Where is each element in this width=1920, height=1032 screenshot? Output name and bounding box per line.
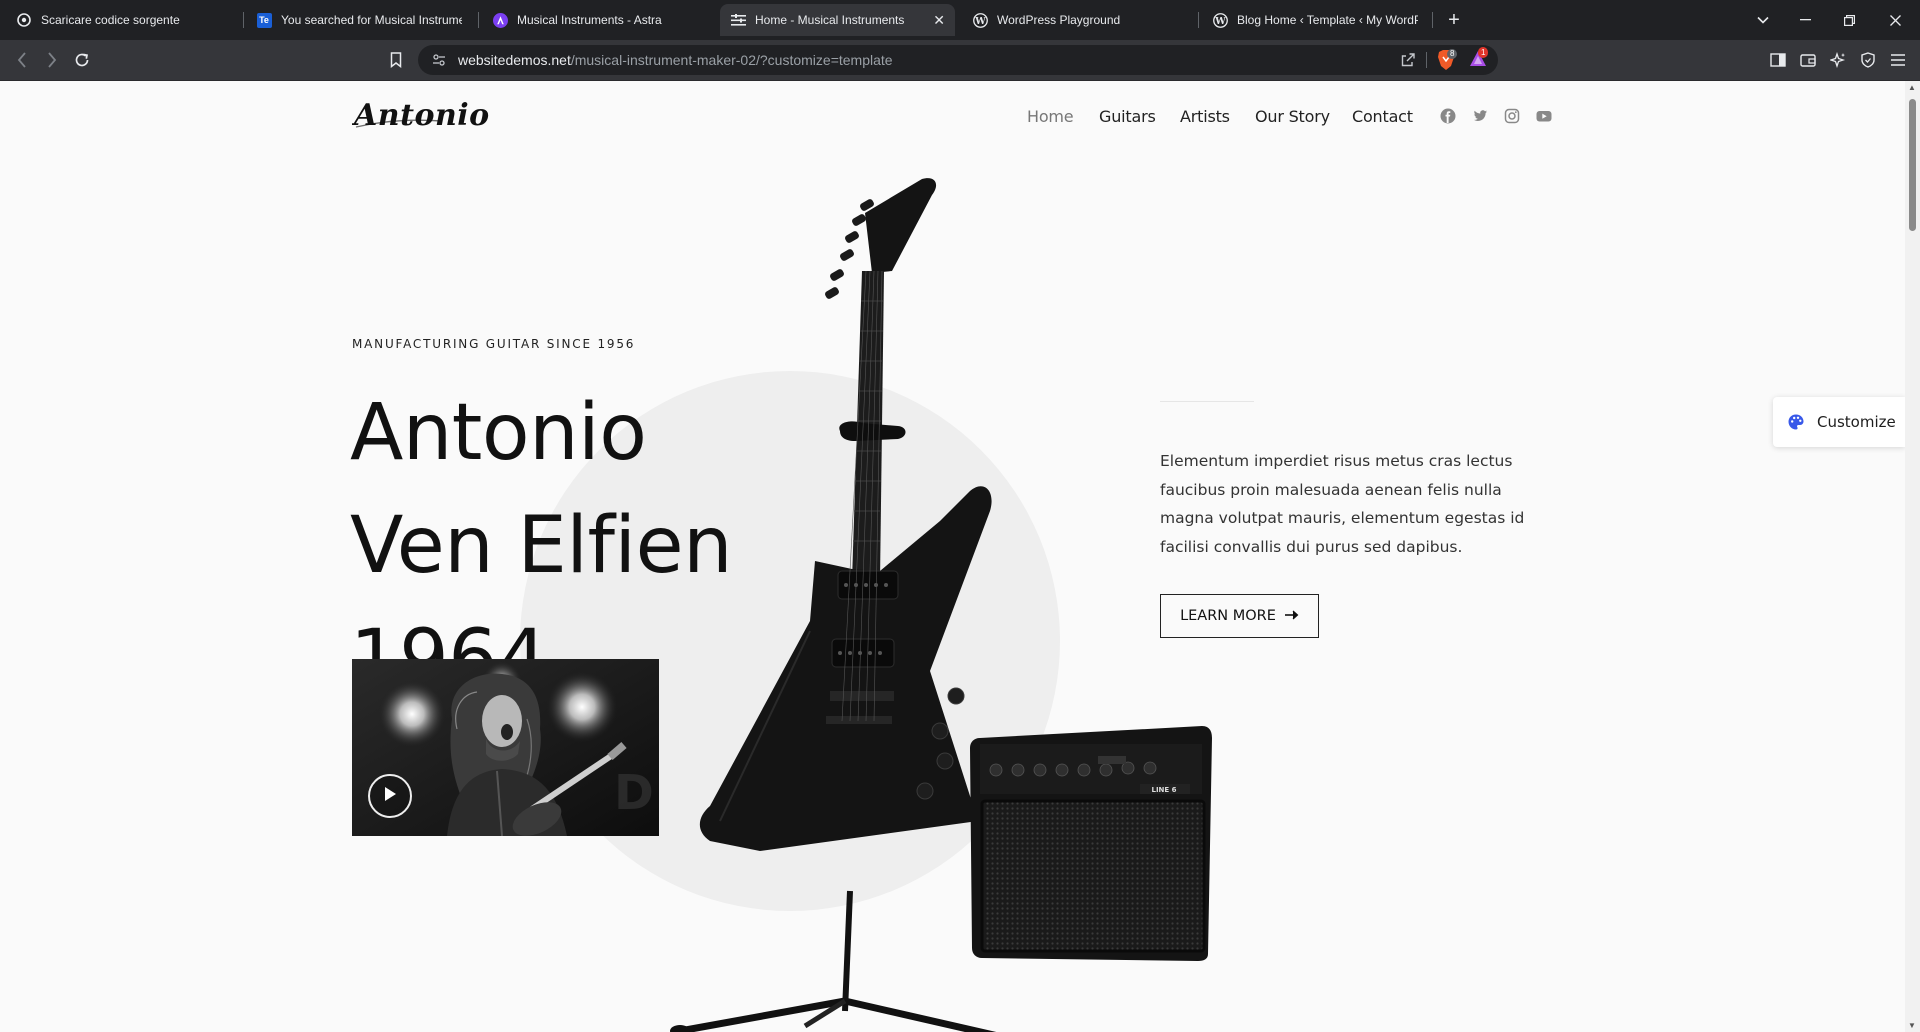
- back-icon[interactable]: [10, 48, 34, 72]
- web-page: Antonio Home Guitars Artists Our Story C…: [0, 81, 1905, 1032]
- url-text: websitedemos.net/musical-instrument-make…: [458, 45, 893, 75]
- url-divider: [1426, 52, 1427, 68]
- brave-shield-icon[interactable]: 8: [1436, 49, 1458, 76]
- tab-title: Musical Instruments - Astra: [517, 13, 662, 27]
- tab-separator: [243, 12, 244, 28]
- play-icon: [383, 786, 397, 807]
- restore-icon[interactable]: [1826, 0, 1872, 40]
- wallet-icon[interactable]: [1796, 48, 1820, 72]
- tab-wordpress-playground[interactable]: W WordPress Playground: [962, 4, 1194, 36]
- tab-home-musical-instruments[interactable]: Home - Musical Instruments ✕: [720, 4, 955, 36]
- tab-title: WordPress Playground: [997, 13, 1121, 27]
- tab-favicon-astra: [492, 12, 508, 28]
- tab-you-searched[interactable]: Te You searched for Musical Instrumen: [246, 4, 472, 36]
- sidebar-toggle-icon[interactable]: [1766, 48, 1790, 72]
- customize-button[interactable]: Customize: [1773, 397, 1905, 447]
- instagram-icon[interactable]: [1504, 108, 1520, 124]
- leo-ai-icon[interactable]: [1826, 48, 1850, 72]
- nav-our-story[interactable]: Our Story: [1255, 107, 1330, 126]
- decorative-line: [1160, 401, 1254, 402]
- minimize-icon[interactable]: [1782, 0, 1828, 40]
- hero-description: Elementum imperdiet risus metus cras lec…: [1160, 452, 1525, 556]
- svg-text:Antonio: Antonio: [352, 98, 490, 133]
- svg-text:LINE 6: LINE 6: [1151, 786, 1176, 794]
- scrollbar-thumb[interactable]: [1909, 99, 1916, 231]
- video-thumbnail[interactable]: D: [352, 659, 659, 836]
- reload-icon[interactable]: [70, 48, 94, 72]
- learn-more-button[interactable]: LEARN MORE: [1160, 594, 1319, 638]
- menu-icon[interactable]: [1886, 48, 1910, 72]
- tab-favicon-te: Te: [256, 12, 272, 28]
- new-tab-icon[interactable]: +: [1431, 0, 1477, 40]
- tab-scaricare[interactable]: Scaricare codice sorgente: [6, 4, 238, 36]
- browser-tab-bar: Scaricare codice sorgente Te You searche…: [0, 0, 1920, 40]
- tab-separator: [478, 12, 479, 28]
- tab-favicon-wordpress: W: [972, 12, 988, 28]
- palette-icon: [1787, 413, 1805, 431]
- brave-rewards-icon[interactable]: 1: [1468, 47, 1489, 74]
- tab-blog-home[interactable]: W Blog Home ‹ Template ‹ My WordPr: [1202, 4, 1428, 36]
- vpn-shield-icon[interactable]: [1856, 48, 1880, 72]
- address-bar[interactable]: websitedemos.net/musical-instrument-make…: [418, 45, 1498, 75]
- nav-artists[interactable]: Artists: [1180, 107, 1230, 126]
- svg-text:W: W: [974, 15, 986, 26]
- tab-separator: [1198, 12, 1199, 28]
- arrow-right-icon: [1284, 608, 1299, 624]
- tab-favicon-wordpress: W: [1212, 12, 1228, 28]
- browser-toolbar: websitedemos.net/musical-instrument-make…: [0, 40, 1920, 81]
- nav-contact[interactable]: Contact: [1352, 107, 1413, 126]
- forward-icon[interactable]: [40, 48, 64, 72]
- nav-guitars[interactable]: Guitars: [1099, 107, 1156, 126]
- url-host: websitedemos.net: [458, 52, 571, 68]
- tab-favicon-circle: [16, 12, 32, 28]
- customize-label: Customize: [1817, 413, 1896, 431]
- learn-more-label: LEARN MORE: [1180, 608, 1276, 624]
- tab-close-icon[interactable]: ✕: [923, 12, 945, 29]
- share-icon[interactable]: [1400, 52, 1416, 73]
- tab-title: Scaricare codice sorgente: [41, 13, 180, 27]
- url-path: /musical-instrument-maker-02/?customize=…: [570, 52, 893, 68]
- tab-favicon-site: [730, 12, 746, 28]
- twitter-icon[interactable]: [1472, 108, 1488, 124]
- site-settings-icon[interactable]: [432, 53, 446, 72]
- close-window-icon[interactable]: [1872, 0, 1918, 40]
- tab-astra[interactable]: Musical Instruments - Astra: [482, 4, 712, 36]
- play-button[interactable]: [368, 774, 412, 818]
- page-scrollbar[interactable]: ▲ ▼: [1905, 81, 1920, 1032]
- scroll-up-icon[interactable]: ▲: [1908, 83, 1916, 92]
- antonio-logo-script: Antonio: [351, 98, 490, 133]
- tab-title: Home - Musical Instruments: [755, 13, 905, 27]
- youtube-icon[interactable]: [1536, 108, 1552, 124]
- amplifier-image: LINE 6: [970, 726, 1212, 961]
- nav-home[interactable]: Home: [1027, 107, 1074, 126]
- tab-search-icon[interactable]: [1740, 0, 1786, 40]
- tab-title: You searched for Musical Instrumen: [281, 13, 462, 27]
- bookmark-icon[interactable]: [384, 48, 408, 72]
- hero-eyebrow: MANUFACTURING GUITAR SINCE 1956: [352, 337, 636, 351]
- facebook-icon[interactable]: [1440, 108, 1456, 124]
- svg-text:W: W: [1214, 15, 1226, 26]
- tab-title: Blog Home ‹ Template ‹ My WordPr: [1237, 13, 1418, 27]
- site-logo[interactable]: Antonio: [351, 97, 516, 133]
- scroll-down-icon[interactable]: ▼: [1908, 1021, 1916, 1030]
